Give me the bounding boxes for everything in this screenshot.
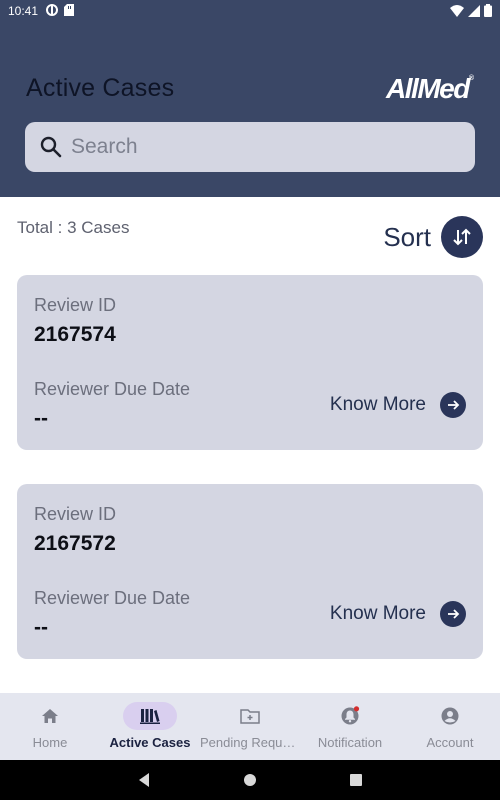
nav-item-account[interactable]: Account (400, 693, 500, 760)
status-bar: 10:41 (0, 0, 500, 22)
total-cases-text: Total : 3 Cases (17, 218, 130, 237)
home-circle-icon[interactable] (243, 773, 257, 792)
review-id-label: Review ID (34, 504, 117, 524)
sort-control[interactable]: Sort (383, 216, 483, 258)
page-title: Active Cases (26, 74, 175, 102)
binders-icon (123, 702, 177, 730)
nav-item-notification[interactable]: Notification (300, 693, 400, 760)
nav-label-pending-requests: Pending Reque... (200, 735, 300, 750)
bell-icon (323, 702, 377, 730)
know-more-label[interactable]: Know More (330, 603, 426, 625)
review-id-label: Review ID (34, 295, 117, 315)
nav-item-home[interactable]: Home (0, 693, 100, 760)
case-card[interactable]: Review ID 2167572 Reviewer Due Date -- K… (17, 484, 483, 659)
know-more-button[interactable]: Know More (330, 392, 466, 418)
nav-item-active-cases[interactable]: Active Cases (100, 693, 200, 760)
notification-badge (353, 706, 360, 712)
allmed-logo: AllMed® (386, 73, 474, 104)
due-date-label: Reviewer Due Date (34, 588, 191, 608)
account-icon (423, 702, 477, 730)
search-input[interactable] (71, 132, 461, 162)
nav-label-notification: Notification (317, 735, 383, 750)
sort-label[interactable]: Sort (383, 222, 431, 253)
nav-label-home: Home (32, 735, 68, 750)
status-time: 10:41 (8, 4, 39, 18)
wifi-icon (450, 4, 464, 20)
sort-arrows-icon (453, 228, 471, 246)
data-saver-icon (46, 4, 58, 19)
nav-item-pending-requests[interactable]: Pending Reque... (200, 693, 300, 760)
sd-card-icon (64, 4, 74, 19)
sort-button[interactable] (441, 216, 483, 258)
system-navigation-bar (0, 760, 500, 800)
case-card[interactable]: Review ID 2167574 Reviewer Due Date -- K… (17, 275, 483, 450)
search-icon (40, 136, 62, 163)
due-date-value: -- (34, 407, 48, 430)
arrow-right-icon[interactable] (440, 601, 466, 627)
due-date-value: -- (34, 616, 48, 639)
review-id-value: 2167572 (34, 532, 116, 555)
due-date-label: Reviewer Due Date (34, 379, 191, 399)
recents-icon[interactable] (349, 773, 363, 792)
bottom-navigation: Home Active Cases Pending Reque... Notif… (0, 693, 500, 760)
app-header: 10:41 Active Cases AllMed® (0, 0, 500, 197)
signal-icon (468, 4, 480, 20)
back-icon[interactable] (137, 772, 151, 793)
arrow-right-icon[interactable] (440, 392, 466, 418)
know-more-button[interactable]: Know More (330, 601, 466, 627)
review-id-value: 2167574 (34, 323, 116, 346)
know-more-label[interactable]: Know More (330, 394, 426, 416)
nav-label-account: Account (426, 735, 474, 750)
folder-icon (223, 702, 277, 730)
home-icon (23, 702, 77, 730)
search-bar[interactable] (25, 122, 475, 172)
nav-label-active-cases: Active Cases (109, 735, 191, 750)
battery-icon (484, 4, 492, 20)
